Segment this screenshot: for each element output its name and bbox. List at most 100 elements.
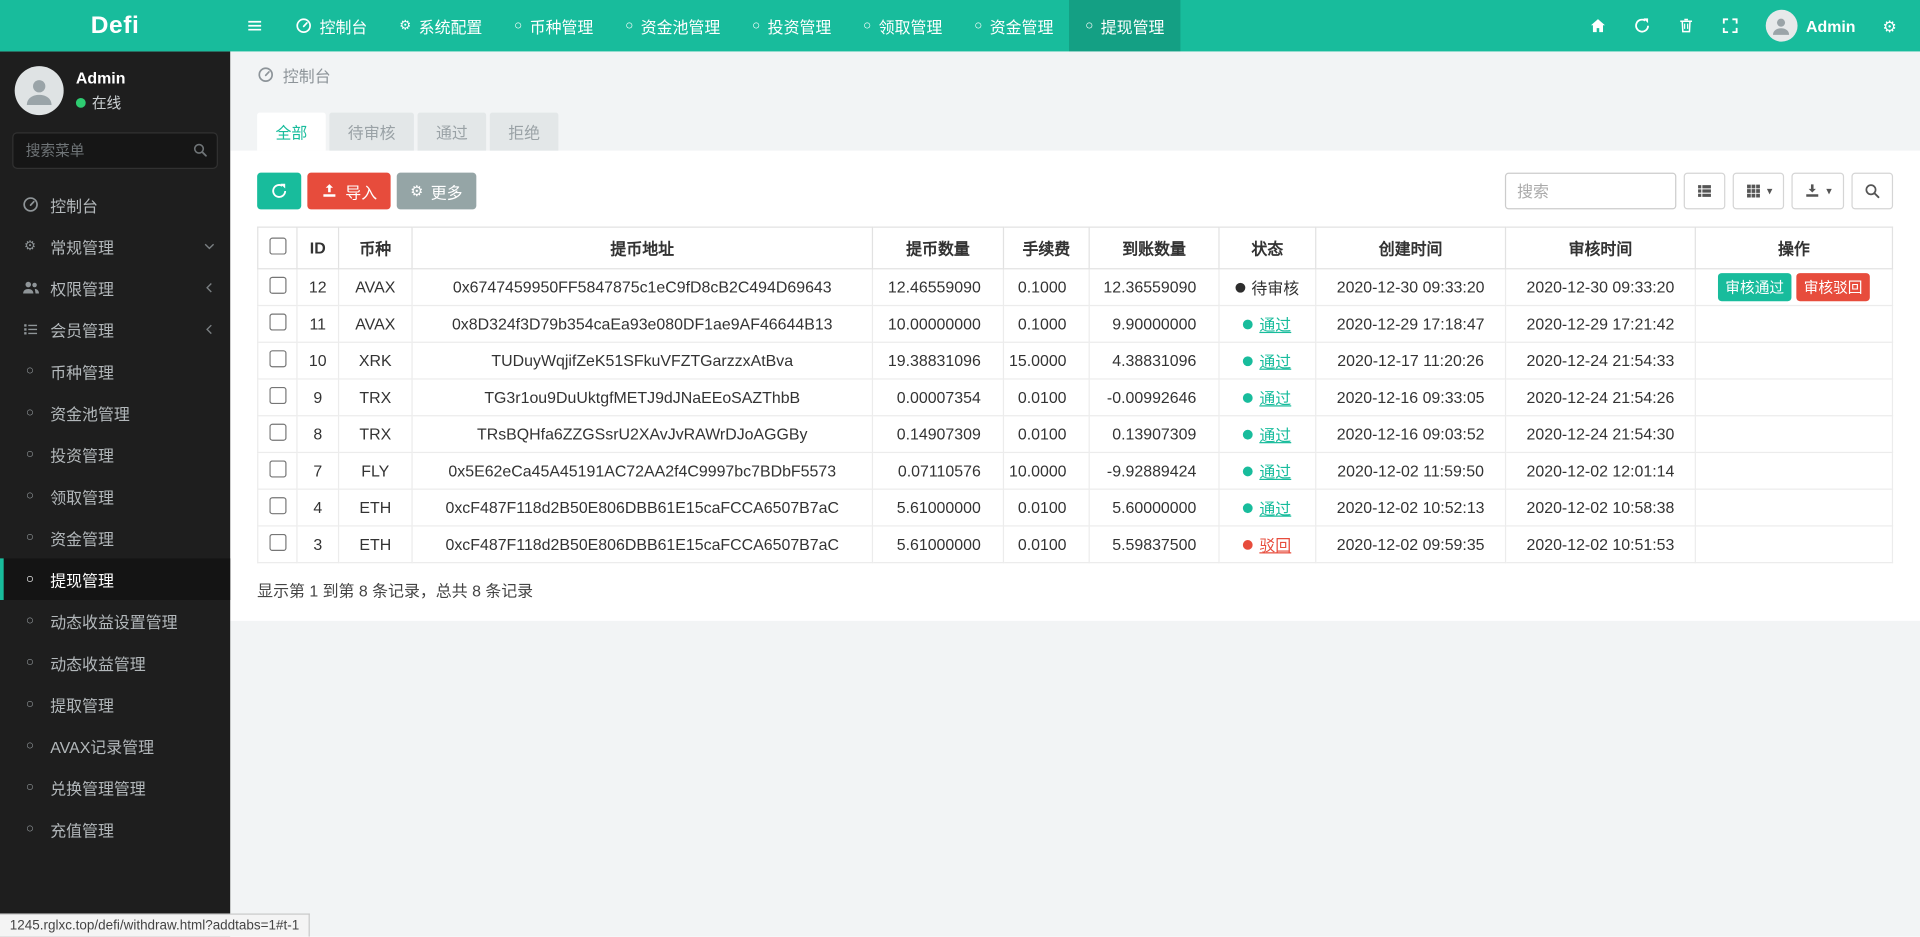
import-button[interactable]: 导入: [307, 172, 391, 210]
row-checkbox[interactable]: [268, 497, 286, 515]
sidebar-item[interactable]: ○ 资金管理: [0, 517, 230, 559]
table-row[interactable]: 3 ETH 0xcF487F118d2B50E806DBB61E15caFCCA…: [257, 525, 1894, 564]
tab[interactable]: 拒绝: [489, 112, 559, 151]
menu-item-icon: ○: [25, 446, 35, 462]
row-checkbox[interactable]: [268, 313, 286, 331]
tab[interactable]: 通过: [417, 112, 487, 151]
menu-item-icon: ⚙: [23, 238, 37, 253]
topnav-item[interactable]: ○ 提现管理: [1069, 0, 1181, 52]
topnav-item[interactable]: ○ 领取管理: [847, 0, 958, 51]
column-header[interactable]: 审核时间: [1504, 226, 1696, 270]
sidebar-item[interactable]: ○ 资金池管理: [0, 392, 230, 434]
sidebar-item[interactable]: 权限管理: [0, 267, 230, 309]
table-row[interactable]: 12 AVAX 0x6747459950FF5847875c1eC9fD8cB2…: [257, 268, 1894, 307]
more-button[interactable]: ⚙ 更多: [396, 172, 477, 210]
topnav-item[interactable]: ○ 资金管理: [958, 0, 1069, 51]
topnav-item-icon: ○: [625, 17, 634, 33]
topnav-item[interactable]: ⚙ 系统配置: [383, 0, 498, 51]
search-icon: [1864, 182, 1881, 200]
sidebar-item[interactable]: ⚙ 常规管理: [0, 225, 230, 267]
topnav-item-icon: ○: [752, 17, 761, 33]
refresh-button[interactable]: [257, 172, 302, 210]
sidebar-item[interactable]: 会员管理: [0, 309, 230, 351]
table-row[interactable]: 11 AVAX 0x8D324f3D79b354caEa93e080DF1ae9…: [257, 304, 1894, 343]
table-controls: ▾ ▾: [1504, 172, 1894, 210]
toolbar: 导入 ⚙ 更多 ▾ ▾: [257, 172, 1894, 210]
chevron-icon: [203, 323, 215, 335]
topnav-item[interactable]: ○ 投资管理: [736, 0, 847, 51]
column-header[interactable]: 状态: [1218, 226, 1317, 270]
cell-address: 0x6747459950FF5847875c1eC9fD8cB2C494D696…: [411, 268, 874, 307]
sidebar-item[interactable]: ○ 兑换管理管理: [0, 767, 230, 809]
row-checkbox[interactable]: [268, 386, 286, 405]
table-row[interactable]: 8 TRX TRsBQHfa6ZZGSsrU2XAvJvRAWrDJoAGGBy…: [257, 415, 1894, 454]
row-checkbox[interactable]: [268, 276, 286, 294]
table-row[interactable]: 9 TRX TG3r1ou9DuUktgfMETJ9dJNaEEoSAZThbB…: [257, 378, 1894, 417]
row-checkbox[interactable]: [268, 460, 286, 478]
sidebar-item[interactable]: ○ 领取管理: [0, 475, 230, 517]
sidebar-item[interactable]: ○ 动态收益管理: [0, 642, 230, 684]
home-icon[interactable]: [1576, 0, 1620, 51]
column-header[interactable]: 币种: [337, 226, 413, 270]
table-row[interactable]: 4 ETH 0xcF487F118d2B50E806DBB61E15caFCCA…: [257, 488, 1894, 527]
sidebar-item[interactable]: 控制台: [0, 184, 230, 226]
row-checkbox[interactable]: [268, 423, 286, 441]
row-checkbox[interactable]: [268, 350, 286, 368]
topnav-item[interactable]: ○ 资金池管理: [609, 0, 736, 51]
sidebar-item[interactable]: ○ 投资管理: [0, 433, 230, 475]
trash-icon[interactable]: [1664, 0, 1708, 51]
column-header[interactable]: 手续费: [1002, 226, 1090, 270]
tab[interactable]: 全部: [257, 112, 326, 151]
tab[interactable]: 待审核: [329, 112, 414, 151]
column-header[interactable]: 操作: [1694, 226, 1894, 270]
sidebar-item[interactable]: ○ 提取管理: [0, 683, 230, 725]
table-header-row: ID 币种 提币地址 提币数量 手续费 到账数量 状态 创建时间 审核时间 操作: [257, 226, 1894, 270]
status-badge: 通过: [1243, 422, 1291, 445]
sidebar-item[interactable]: ○ 提现管理: [0, 558, 231, 601]
sidebar-item[interactable]: ○ AVAX记录管理: [0, 725, 230, 767]
table-row[interactable]: 10 XRK TUDuyWqjifZeK51SFkuVFZTGarzzxAtBv…: [257, 341, 1894, 380]
reject-button[interactable]: 审核驳回: [1796, 273, 1870, 302]
table-row[interactable]: 7 FLY 0x5E62eCa45A45191AC72AA2f4C9997bc7…: [257, 451, 1894, 490]
cell-actions: [1694, 488, 1894, 527]
cell-coin: TRX: [337, 415, 413, 454]
topnav-item[interactable]: ○ 币种管理: [498, 0, 609, 51]
grid-icon: [1745, 182, 1762, 200]
refresh-icon[interactable]: [1620, 0, 1664, 51]
main-content: 控制台 全部待审核通过拒绝 导入 ⚙ 更多 ▾: [230, 51, 1920, 937]
column-header[interactable]: 到账数量: [1088, 226, 1220, 270]
sidebar-item[interactable]: ○ 充值管理: [0, 808, 230, 850]
cell-address: 0x5E62eCa45A45191AC72AA2f4C9997bc7BDbF55…: [411, 451, 874, 490]
status-dot-icon: [1243, 429, 1254, 439]
select-all-checkbox[interactable]: [268, 237, 286, 255]
cell-amount: 5.61000000: [871, 488, 1005, 527]
topnav-item[interactable]: 控制台: [279, 0, 383, 51]
sidebar-item[interactable]: ○ 币种管理: [0, 350, 230, 392]
columns-button[interactable]: ▾: [1732, 172, 1785, 210]
sidebar-search-input[interactable]: [12, 132, 218, 169]
cell-coin: FLY: [337, 451, 413, 490]
column-header[interactable]: 提币数量: [871, 226, 1005, 270]
column-header[interactable]: 创建时间: [1315, 226, 1507, 270]
cell-received: -0.00992646: [1088, 378, 1220, 417]
menu-item-icon: ○: [25, 612, 35, 628]
approve-button[interactable]: 审核通过: [1717, 273, 1792, 302]
column-header[interactable]: ID: [296, 226, 340, 270]
search-toggle-button[interactable]: [1851, 172, 1894, 210]
fullscreen-icon[interactable]: [1708, 0, 1752, 51]
column-header[interactable]: 提币地址: [411, 226, 874, 270]
sidebar-user-status: 在线: [75, 92, 126, 113]
tab-bar: 全部 待审核 通过 拒绝: [230, 98, 1920, 151]
sidebar-item[interactable]: ○ 动态收益设置管理: [0, 600, 230, 642]
view-toggle-button[interactable]: [1683, 172, 1726, 210]
cell-fee: 0.1000: [1002, 304, 1090, 343]
user-menu[interactable]: Admin: [1752, 9, 1869, 42]
cell-created-time: 2020-12-02 11:59:50: [1315, 451, 1507, 490]
topnav-item-label: 领取管理: [878, 17, 943, 37]
search-icon: [192, 142, 208, 158]
sidebar-toggle-button[interactable]: [230, 0, 279, 51]
table-search-input[interactable]: [1504, 172, 1677, 210]
row-checkbox[interactable]: [268, 533, 286, 552]
settings-gears-icon[interactable]: ⚙: [1869, 0, 1910, 51]
export-button[interactable]: ▾: [1792, 172, 1845, 210]
